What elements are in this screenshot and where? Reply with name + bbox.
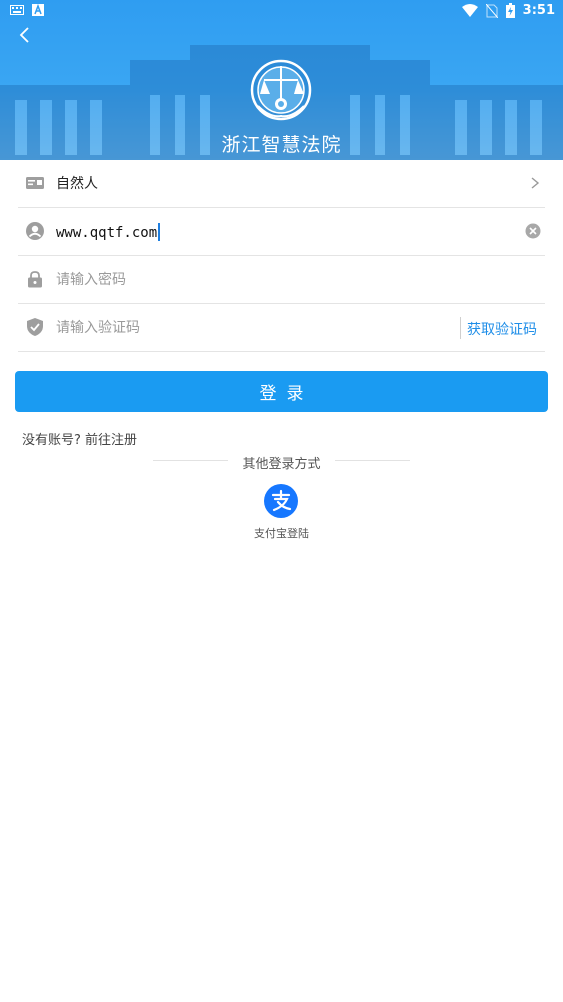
app-title: 浙江智慧法院 xyxy=(221,134,342,156)
password-field[interactable]: 请输入密码 xyxy=(18,256,545,304)
clear-icon[interactable] xyxy=(525,223,541,239)
login-button[interactable]: 登录 xyxy=(15,371,548,412)
chevron-right-icon xyxy=(531,177,540,189)
id-card-icon xyxy=(26,177,44,189)
wifi-icon xyxy=(461,4,478,17)
alipay-login-label[interactable]: 支付宝登陆 xyxy=(0,525,563,541)
username-input[interactable]: www.qqtf.com xyxy=(56,223,161,242)
shield-check-icon xyxy=(27,318,43,336)
other-login-title: 其他登录方式 xyxy=(242,457,321,472)
keyboard-icon xyxy=(10,5,24,15)
user-type-label: 自然人 xyxy=(56,176,98,192)
status-time: 3:51 xyxy=(522,3,555,18)
password-input[interactable]: 请输入密码 xyxy=(56,271,126,289)
verification-code-field[interactable]: 请输入验证码 获取验证码 xyxy=(18,304,545,352)
divider xyxy=(460,317,461,339)
username-value: www.qqtf.com xyxy=(56,225,158,241)
back-arrow-icon[interactable] xyxy=(14,24,36,46)
no-sim-icon xyxy=(485,3,498,18)
lock-icon xyxy=(28,271,42,288)
notification-a-icon xyxy=(32,4,44,16)
get-code-button[interactable]: 获取验证码 xyxy=(467,319,537,339)
username-field[interactable]: www.qqtf.com xyxy=(18,208,545,256)
user-icon xyxy=(26,222,44,240)
alipay-icon[interactable] xyxy=(264,484,298,518)
battery-charging-icon xyxy=(505,3,515,18)
text-caret xyxy=(158,223,161,241)
verification-code-input[interactable]: 请输入验证码 xyxy=(56,319,140,337)
status-bar: 3:51 xyxy=(0,0,563,24)
user-type-selector[interactable]: 自然人 xyxy=(18,160,545,208)
header-banner: 3:51 浙江智慧法院 xyxy=(0,0,563,160)
register-link[interactable]: 没有账号? 前往注册 xyxy=(22,429,137,448)
court-emblem-logo xyxy=(250,59,312,121)
